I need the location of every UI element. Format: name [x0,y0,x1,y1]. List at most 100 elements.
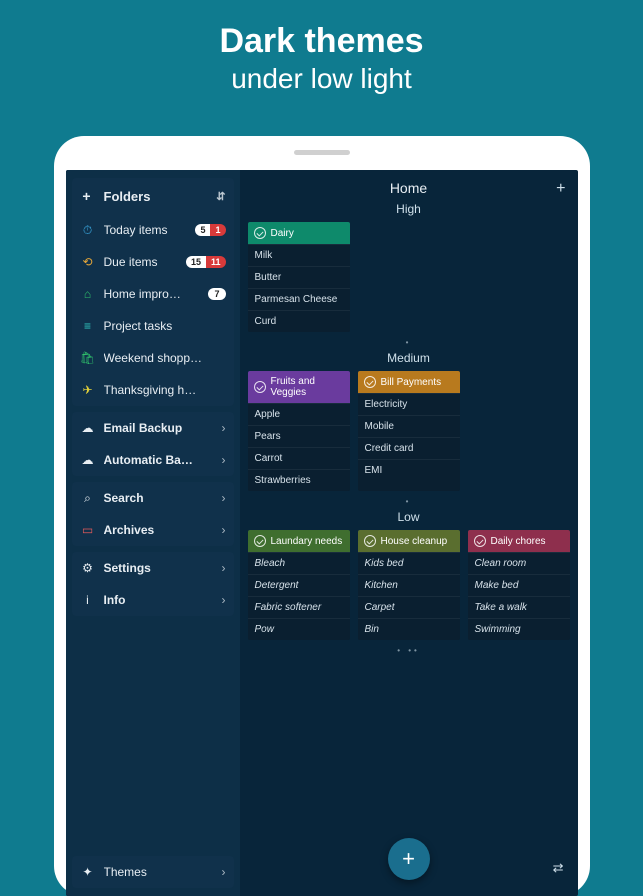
note-card[interactable]: Bill Payments ElectricityMobileCredit car… [358,371,460,491]
note-card[interactable]: Laundary needsBleachDetergentFabric soft… [248,530,350,640]
section-dots: • [240,497,578,506]
card-item: EMI [358,459,460,481]
chevron-right-icon: › [222,561,226,575]
tool-icon: ▭ [80,522,96,538]
swap-view-button[interactable]: ⇄ [553,860,564,876]
card-item: Curd [248,310,350,332]
sidebar-item-label: Home impro… [104,287,201,301]
card-item: Parmesan Cheese [248,288,350,310]
promo-title: Dark themes under low light [0,0,643,95]
card-item: Electricity [358,393,460,415]
card-item: Apple [248,403,350,425]
sidebar-item-folder[interactable]: ✈Thanksgiving h… [72,374,234,406]
sidebar-folders-block: + Folders ⇵ ⏱Today items51⟲Due items1511… [72,178,234,406]
card-item: Pears [248,425,350,447]
folder-icon: 🛍 [80,350,96,366]
sidebar-item-setting[interactable]: i Info › [72,584,234,616]
card-header: Bill Payments [358,371,460,393]
check-circle-icon [364,535,376,547]
check-circle-icon [254,381,266,393]
card-title: Bill Payments [381,377,442,388]
sidebar: + Folders ⇵ ⏱Today items51⟲Due items1511… [66,170,240,896]
card-header: Fruits and Veggies [248,371,350,403]
card-item: Take a walk [468,596,570,618]
promo-line-2: under low light [0,63,643,95]
chevron-right-icon: › [222,593,226,607]
sidebar-item-label: Project tasks [104,319,226,333]
chevron-right-icon: › [222,421,226,435]
setting-icon: ⚙ [80,560,96,576]
card-title: Daily chores [491,536,546,547]
card-item: Kitchen [358,574,460,596]
sidebar-item-label: Info [104,593,214,607]
fab-add-button[interactable]: + [388,838,430,880]
sidebar-item-themes[interactable]: ✦ Themes › [72,856,234,888]
sidebar-item-label: Weekend shopp… [104,351,226,365]
sidebar-item-backup[interactable]: ☁Automatic Ba…› [72,444,234,476]
chevron-right-icon: › [222,491,226,505]
sidebar-item-backup[interactable]: ☁ Email Backup › [72,412,234,444]
chevron-right-icon: › [222,865,226,879]
card-item: Kids bed [358,552,460,574]
sidebar-item-folder[interactable]: ≡Project tasks [72,310,234,342]
sort-icon[interactable]: ⇵ [216,190,225,203]
sidebar-tools-block: ⌕Search›▭Archives› [72,482,234,546]
setting-icon: i [80,592,96,608]
note-card[interactable]: House cleanupKids bedKitchenCarpetBin [358,530,460,640]
sidebar-item-folder[interactable]: 🛍 Weekend shopp… [72,342,234,374]
page-title: Home [390,180,427,196]
sidebar-item-folder[interactable]: ⏱Today items51 [72,214,234,246]
sidebar-item-label: Settings [104,561,214,575]
sidebar-item-label: Themes [104,865,214,879]
card-item: Butter [248,266,350,288]
tablet-frame: + Folders ⇵ ⏱Today items51⟲Due items1511… [54,136,590,896]
count-badge: 7 [208,288,225,300]
sidebar-item-label: Due items [104,255,178,269]
card-title: Laundary needs [271,536,343,547]
add-folder-button[interactable]: + [80,188,94,204]
sidebar-item-label: Search [104,491,214,505]
note-card[interactable]: Fruits and VeggiesApplePearsCarrotStrawb… [248,371,350,491]
card-item: Bin [358,618,460,640]
card-item: Strawberries [248,469,350,491]
card-item: Swimming [468,618,570,640]
card-item: Mobile [358,415,460,437]
section-label: High [240,202,578,216]
folders-label: Folders [104,189,151,204]
sidebar-item-folder[interactable]: ⟲Due items1511 [72,246,234,278]
chevron-right-icon: › [222,453,226,467]
count-badge: 51 [195,224,225,236]
sidebar-item-label: Email Backup [104,421,214,435]
main-panel: Home + High DairyMilkButterParmesan Chees… [240,170,578,896]
backup-icon: ☁ [80,420,96,436]
sidebar-item-tool[interactable]: ⌕ Search › [72,482,234,514]
sidebar-item-setting[interactable]: ⚙ Settings › [72,552,234,584]
card-item: Make bed [468,574,570,596]
sidebar-themes-block: ✦ Themes › [72,856,234,888]
note-card[interactable]: Daily choresClean roomMake bedTake a wal… [468,530,570,640]
card-title: Dairy [271,228,294,239]
card-row: DairyMilkButterParmesan CheeseCurd [240,222,578,332]
folder-icon: ⟲ [80,254,96,270]
folder-icon: ✈ [80,382,96,398]
card-row: Laundary needsBleachDetergentFabric soft… [240,530,578,640]
card-item: Bleach [248,552,350,574]
card-item: Pow [248,618,350,640]
check-circle-icon [254,535,266,547]
sidebar-item-tool[interactable]: ▭Archives› [72,514,234,546]
tool-icon: ⌕ [80,490,96,506]
card-row: Fruits and VeggiesApplePearsCarrotStrawb… [240,371,578,491]
check-circle-icon [254,227,266,239]
topbar: Home + [240,170,578,198]
sidebar-item-label: Today items [104,223,188,237]
backup-icon: ☁ [80,452,96,468]
card-title: House cleanup [381,536,448,547]
note-card[interactable]: DairyMilkButterParmesan CheeseCurd [248,222,350,332]
card-item: Credit card [358,437,460,459]
add-button[interactable]: + [556,180,565,198]
chevron-right-icon: › [222,523,226,537]
sidebar-item-folder[interactable]: ⌂Home impro…7 [72,278,234,310]
themes-icon: ✦ [80,864,96,880]
sidebar-settings-block: ⚙ Settings › i Info › [72,552,234,616]
sidebar-backup-block: ☁Email Backup›☁Automatic Ba…› [72,412,234,476]
